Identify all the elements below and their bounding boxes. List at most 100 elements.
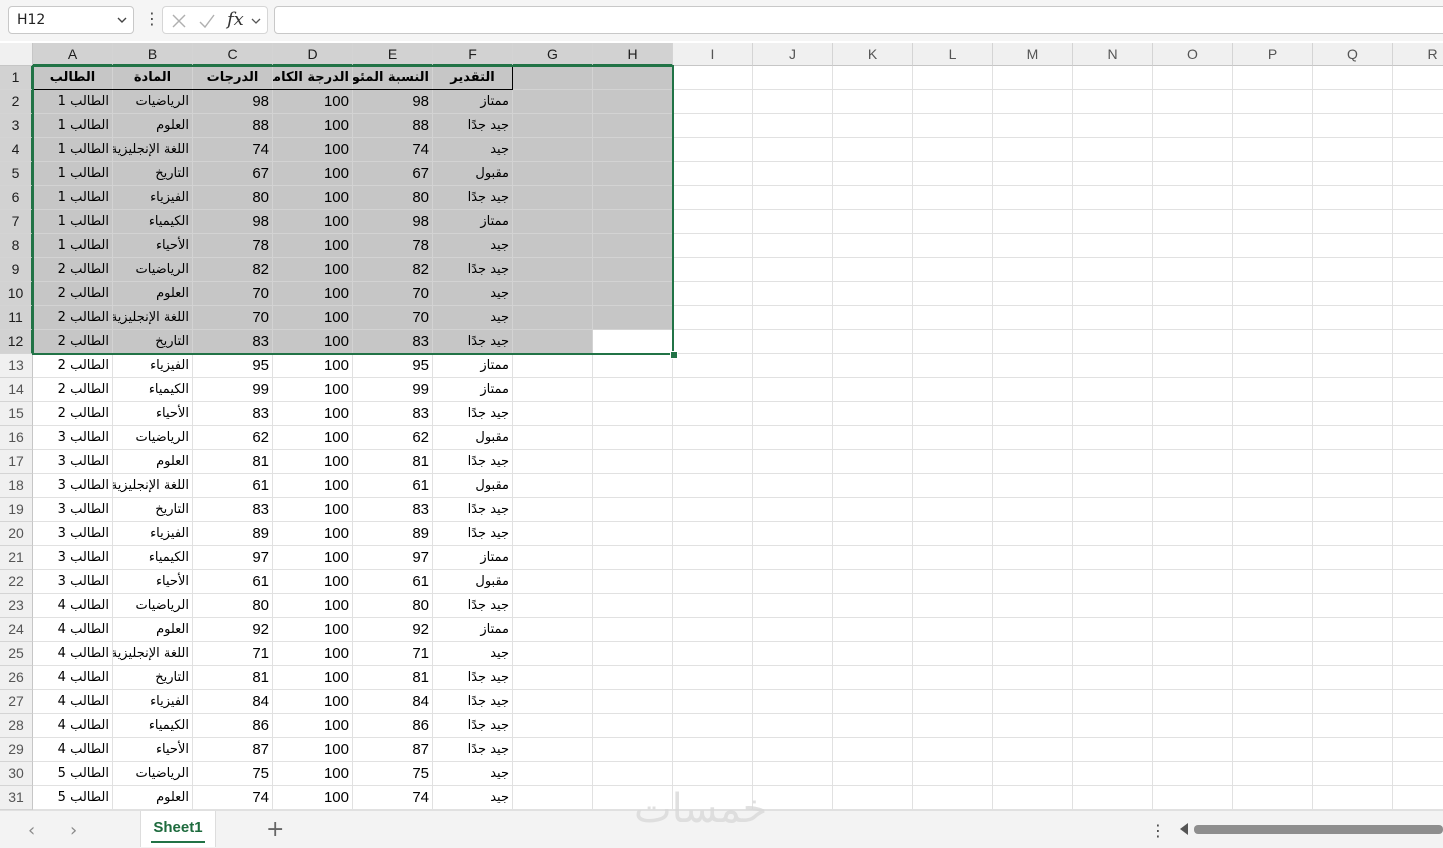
table-cell[interactable] xyxy=(1313,114,1393,138)
table-cell[interactable] xyxy=(993,114,1073,138)
table-cell[interactable] xyxy=(913,522,993,546)
table-cell[interactable] xyxy=(833,114,913,138)
table-cell[interactable] xyxy=(1233,570,1313,594)
table-cell[interactable] xyxy=(1233,618,1313,642)
table-cell[interactable] xyxy=(513,258,593,282)
table-cell[interactable] xyxy=(1233,330,1313,354)
table-cell[interactable] xyxy=(513,618,593,642)
table-cell[interactable] xyxy=(913,474,993,498)
table-cell[interactable] xyxy=(1393,114,1443,138)
table-cell[interactable] xyxy=(673,306,753,330)
table-cell[interactable]: 74 xyxy=(193,786,273,810)
row-header[interactable]: 8 xyxy=(0,234,33,258)
table-cell[interactable] xyxy=(833,690,913,714)
table-cell[interactable]: 100 xyxy=(273,570,353,594)
table-cell[interactable]: الطالب 5 xyxy=(33,786,113,810)
table-cell[interactable]: الطالب 1 xyxy=(33,210,113,234)
table-cell[interactable] xyxy=(1233,690,1313,714)
table-cell[interactable] xyxy=(753,306,833,330)
table-cell[interactable]: 100 xyxy=(273,90,353,114)
table-cell[interactable] xyxy=(1153,786,1233,810)
table-cell[interactable] xyxy=(833,210,913,234)
table-cell[interactable]: الطالب 4 xyxy=(33,690,113,714)
table-cell[interactable] xyxy=(913,306,993,330)
table-cell[interactable] xyxy=(1393,282,1443,306)
table-cell[interactable] xyxy=(593,138,673,162)
row-header[interactable]: 17 xyxy=(0,450,33,474)
table-cell[interactable]: 80 xyxy=(353,594,433,618)
table-cell[interactable] xyxy=(593,738,673,762)
table-cell[interactable] xyxy=(513,402,593,426)
table-cell[interactable] xyxy=(753,642,833,666)
table-cell[interactable]: ممتاز xyxy=(433,90,513,114)
table-cell[interactable] xyxy=(1393,306,1443,330)
table-cell[interactable] xyxy=(1073,450,1153,474)
table-cell[interactable] xyxy=(1073,114,1153,138)
row-header[interactable]: 12 xyxy=(0,330,33,354)
table-cell[interactable] xyxy=(593,90,673,114)
table-cell[interactable] xyxy=(833,762,913,786)
table-cell[interactable] xyxy=(1233,738,1313,762)
table-cell[interactable] xyxy=(593,114,673,138)
table-cell[interactable] xyxy=(1073,498,1153,522)
table-cell[interactable]: الرياضيات xyxy=(113,426,193,450)
table-cell[interactable]: الكيمياء xyxy=(113,378,193,402)
table-cell[interactable] xyxy=(993,642,1073,666)
table-cell[interactable] xyxy=(593,426,673,450)
table-cell[interactable]: 71 xyxy=(353,642,433,666)
table-cell[interactable] xyxy=(913,234,993,258)
table-cell[interactable] xyxy=(1233,114,1313,138)
table-cell[interactable] xyxy=(1313,330,1393,354)
table-cell[interactable] xyxy=(513,426,593,450)
table-cell[interactable]: 80 xyxy=(193,594,273,618)
table-cell[interactable]: 61 xyxy=(193,570,273,594)
table-cell[interactable] xyxy=(1073,210,1153,234)
table-cell[interactable] xyxy=(1313,786,1393,810)
table-cell[interactable] xyxy=(673,162,753,186)
row-header[interactable]: 23 xyxy=(0,594,33,618)
table-cell[interactable]: جيد جدًا xyxy=(433,738,513,762)
row-header[interactable]: 10 xyxy=(0,282,33,306)
table-cell[interactable] xyxy=(913,618,993,642)
table-cell[interactable] xyxy=(1313,642,1393,666)
table-cell[interactable] xyxy=(1393,690,1443,714)
table-cell[interactable]: 80 xyxy=(353,186,433,210)
table-cell[interactable]: جيد xyxy=(433,234,513,258)
more-options-icon[interactable]: ⋮ xyxy=(144,11,160,27)
column-header-i[interactable]: I xyxy=(673,43,753,66)
table-cell[interactable] xyxy=(1073,162,1153,186)
table-cell[interactable] xyxy=(993,234,1073,258)
table-cell[interactable] xyxy=(1153,186,1233,210)
table-cell[interactable]: 100 xyxy=(273,714,353,738)
table-cell[interactable] xyxy=(1233,354,1313,378)
table-cell[interactable] xyxy=(513,186,593,210)
column-header-d[interactable]: D xyxy=(273,43,353,66)
table-cell[interactable]: الطالب 3 xyxy=(33,570,113,594)
table-cell[interactable] xyxy=(1073,402,1153,426)
table-cell[interactable] xyxy=(513,282,593,306)
table-cell[interactable]: 75 xyxy=(193,762,273,786)
table-cell[interactable] xyxy=(673,114,753,138)
table-cell[interactable] xyxy=(833,642,913,666)
row-header[interactable]: 15 xyxy=(0,402,33,426)
scroll-left-icon[interactable] xyxy=(1180,823,1188,835)
table-cell[interactable] xyxy=(833,786,913,810)
table-cell[interactable] xyxy=(913,114,993,138)
table-cell[interactable] xyxy=(513,306,593,330)
table-cell[interactable] xyxy=(1153,546,1233,570)
table-cell[interactable] xyxy=(1073,642,1153,666)
header-cell[interactable] xyxy=(1153,66,1233,90)
table-cell[interactable] xyxy=(993,186,1073,210)
table-cell[interactable]: 99 xyxy=(193,378,273,402)
table-cell[interactable] xyxy=(673,402,753,426)
table-cell[interactable]: الطالب 1 xyxy=(33,138,113,162)
table-cell[interactable] xyxy=(753,426,833,450)
table-cell[interactable]: 98 xyxy=(353,90,433,114)
table-cell[interactable]: 61 xyxy=(353,474,433,498)
table-cell[interactable] xyxy=(673,450,753,474)
table-cell[interactable] xyxy=(913,402,993,426)
table-cell[interactable]: جيد جدًا xyxy=(433,690,513,714)
table-cell[interactable]: الفيزياء xyxy=(113,690,193,714)
header-cell[interactable]: المادة xyxy=(113,66,193,90)
table-cell[interactable]: 80 xyxy=(193,186,273,210)
